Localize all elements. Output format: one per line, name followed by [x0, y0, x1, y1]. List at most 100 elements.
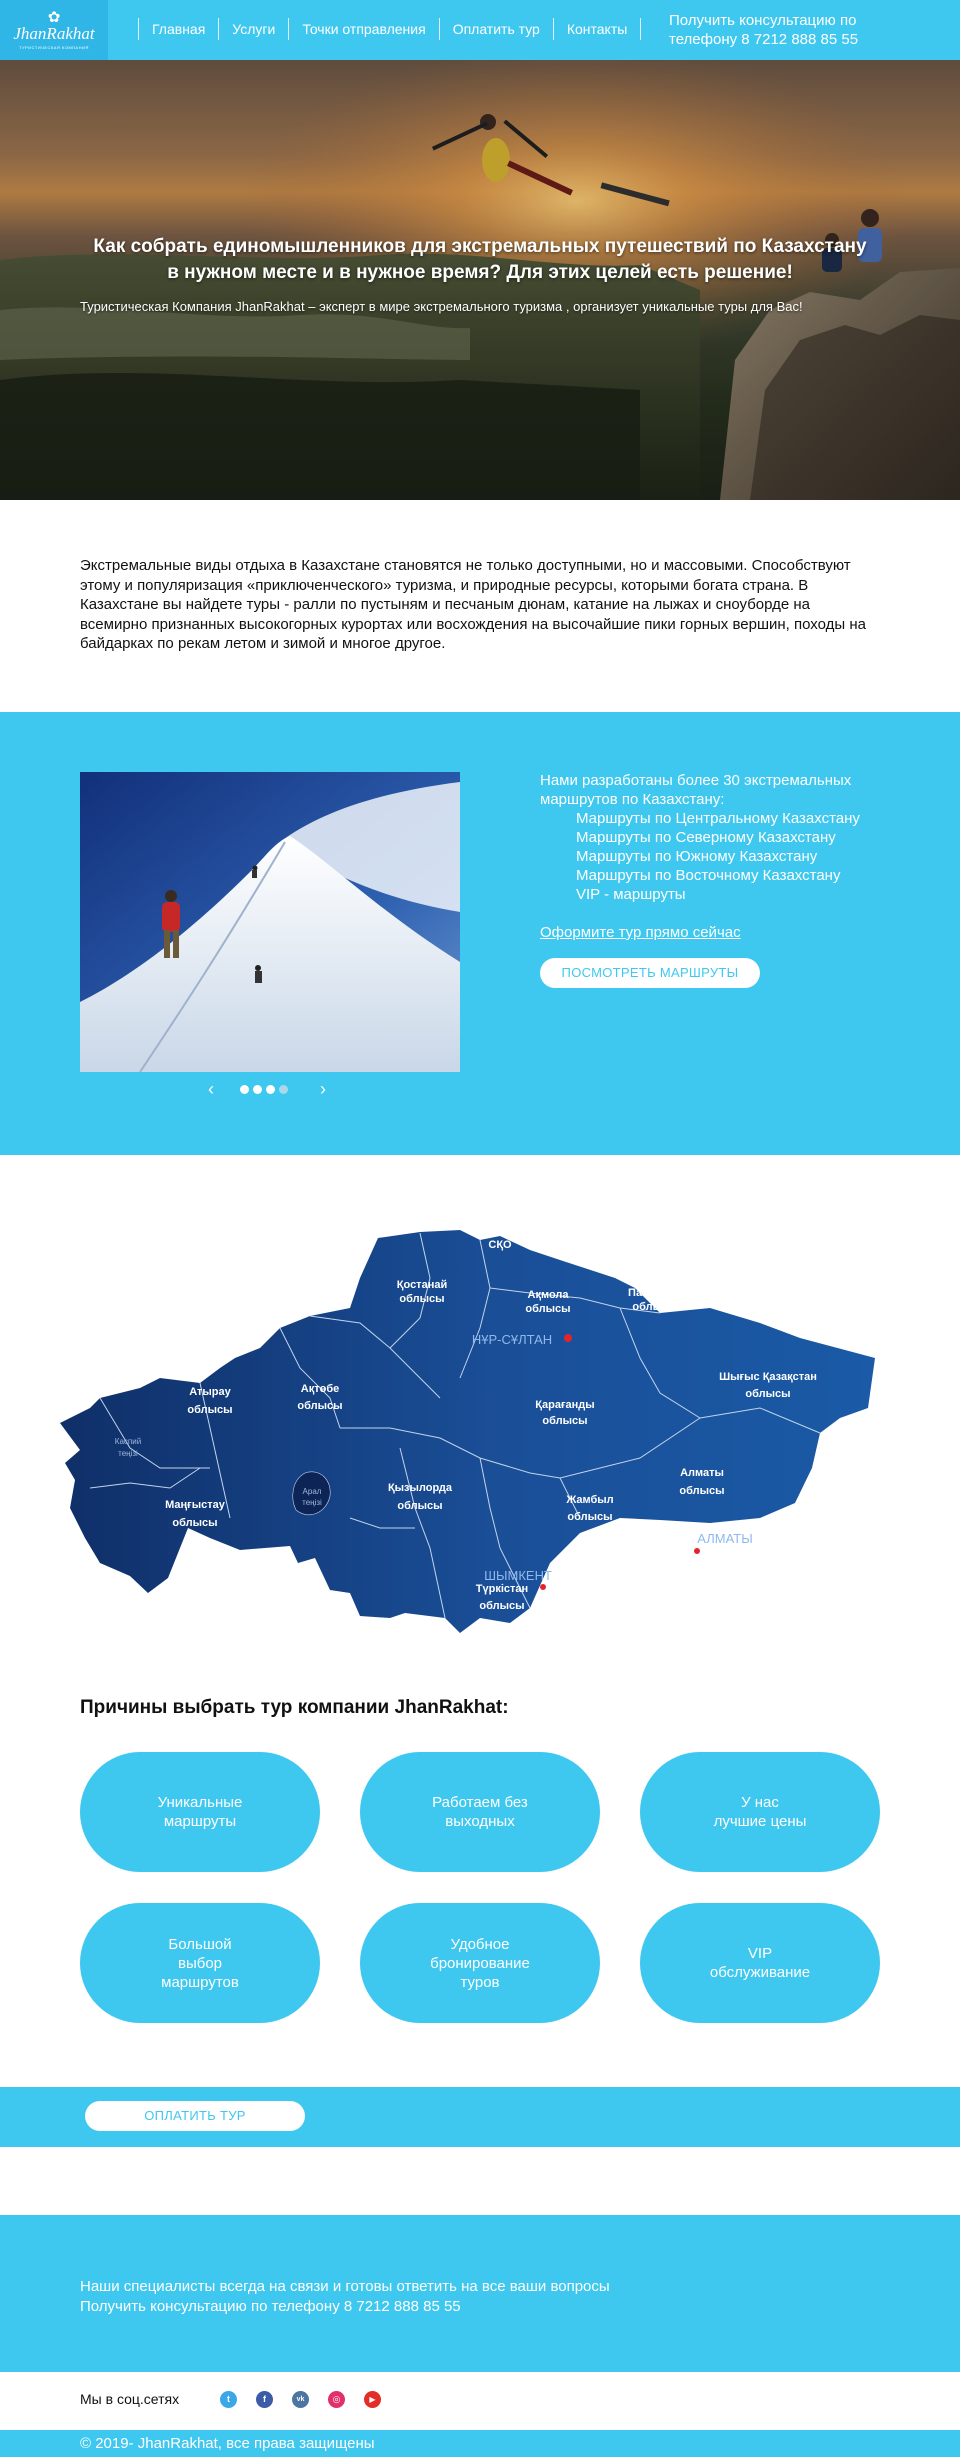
route-item-south[interactable]: Маршруты по Южному Казахстану [576, 847, 890, 866]
contact-text: Наши специалисты всегда на связи и готов… [80, 2277, 610, 2317]
map-land [60, 1230, 875, 1633]
hero-title-line2: в нужном месте и в нужное время? Для эти… [167, 262, 793, 283]
hero-title-line1: Как собрать единомышленников для экстрем… [93, 236, 867, 257]
route-item-central[interactable]: Маршруты по Центральному Казахстану [576, 809, 890, 828]
capital-dot [564, 1334, 572, 1342]
slider-prev-arrow-icon[interactable]: ‹ [200, 1078, 222, 1100]
vk-icon[interactable]: vk [292, 2391, 309, 2408]
hero-subtitle: Туристическая Компания JhanRakhat – эксп… [80, 299, 803, 314]
order-tour-link[interactable]: Оформите тур прямо сейчас [540, 923, 741, 942]
climber-small [255, 965, 262, 983]
route-item-vip[interactable]: VIP - маршруты [576, 885, 890, 904]
main-nav: Главная Услуги Точки отправления Оплатит… [138, 18, 642, 40]
region-vko-2: облысы [745, 1388, 790, 1400]
reasons-title: Причины выбрать тур компании JhanRakhat: [80, 1697, 509, 1718]
slider-dot[interactable] [240, 1085, 249, 1094]
region-turkistan-1: Түркістан [476, 1583, 528, 1595]
almaty-dot [694, 1548, 700, 1554]
site-footer: © 2019- JhanRakhat, все права защищены [0, 2430, 960, 2457]
region-kyzylorda-1: Қызылорда [388, 1482, 453, 1494]
reason-vip-service: VIP обслуживание [640, 1903, 880, 2023]
kazakhstan-map: СҚО БҚО Қостанай облысы Ақмола облысы Па… [60, 1230, 875, 1633]
instagram-icon[interactable]: ◎ [328, 2391, 345, 2408]
nav-item-pay-tour[interactable]: Оплатить тур [438, 18, 553, 40]
slider-dot[interactable] [266, 1085, 275, 1094]
copyright: © 2019- JhanRakhat, все права защищены [80, 2435, 375, 2452]
region-pavlodar-1: Павлодар [628, 1287, 682, 1299]
slider-dot[interactable] [253, 1085, 262, 1094]
region-aktobe-1: Ақтөбе [301, 1383, 339, 1395]
slider-controls: ‹ › [200, 1078, 340, 1100]
region-mangystau-1: Маңғыстау [165, 1499, 226, 1511]
contact-section: Наши специалисты всегда на связи и готов… [0, 2215, 960, 2372]
pay-section: ОПЛАТИТЬ ТУР [0, 2087, 960, 2147]
region-almaty-1: Алматы [680, 1467, 724, 1479]
pay-tour-button[interactable]: ОПЛАТИТЬ ТУР [85, 2101, 305, 2131]
nav-item-contacts[interactable]: Контакты [552, 18, 642, 40]
region-zhambyl-2: облысы [567, 1511, 612, 1523]
region-kostanai-2: облысы [399, 1293, 444, 1305]
routes-section: ‹ › Нами разработаны более 30 экстремаль… [0, 712, 960, 1155]
region-kyzylorda-2: облысы [397, 1500, 442, 1512]
nav-item-home[interactable]: Главная [138, 18, 218, 40]
site-header: ✿ JhanRakhat ТУРИСТИЧЕСКАЯ КОМПАНИЯ Глав… [0, 0, 960, 60]
city-shymkent: ШЫМКЕНТ [484, 1568, 552, 1583]
hero-banner: Как собрать единомышленников для экстрем… [0, 60, 960, 500]
region-akmola-1: Ақмола [528, 1289, 570, 1301]
twitter-icon[interactable]: t [220, 2391, 237, 2408]
region-aktobe-2: облысы [297, 1400, 342, 1412]
city-nursultan: НҰР-СҰЛТАН [472, 1332, 552, 1347]
region-pavlodar-2: облысы [632, 1301, 677, 1313]
intro-text: Экстремальные виды отдыха в Казахстане с… [80, 557, 866, 652]
city-almaty: АЛМАТЫ [697, 1531, 752, 1546]
region-atyrau-2: облысы [187, 1404, 232, 1416]
region-vko-1: Шығыс Қазақстан [719, 1371, 817, 1383]
company-logo[interactable]: ✿ JhanRakhat ТУРИСТИЧЕСКАЯ КОМПАНИЯ [0, 0, 108, 60]
reason-best-prices: У нас лучшие цены [640, 1752, 880, 1872]
shymkent-dot [540, 1584, 546, 1590]
region-turkistan-2: облысы [479, 1600, 524, 1612]
view-routes-button[interactable]: ПОСМОТРЕТЬ МАРШРУТЫ [540, 958, 760, 988]
region-atyrau-1: Атырау [189, 1386, 231, 1398]
mountain-climbers-photo [80, 772, 460, 1072]
route-item-east[interactable]: Маршруты по Восточному Казахстану [576, 866, 890, 885]
youtube-icon[interactable]: ▶ [364, 2391, 381, 2408]
slider-next-arrow-icon[interactable]: › [312, 1078, 334, 1100]
social-label: Мы в соц.сетях [80, 2391, 180, 2407]
route-item-north[interactable]: Маршруты по Северному Казахстану [576, 828, 890, 847]
routes-heading: Нами разработаны более 30 экстремальных … [540, 772, 852, 808]
aral-label-2: теңізі [302, 1498, 322, 1507]
slider-dot[interactable] [279, 1085, 288, 1094]
header-consultation-line1: Получить консультацию по [669, 12, 857, 29]
lotus-icon: ✿ [47, 8, 61, 26]
reason-easy-booking: Удобное бронирование туров [360, 1903, 600, 2023]
region-karaganda-1: Қарағанды [535, 1399, 594, 1411]
nav-item-departure-points[interactable]: Точки отправления [288, 18, 438, 40]
caspian-label-1: Каспий [115, 1437, 141, 1446]
hero-title: Как собрать единомышленников для экстрем… [80, 234, 880, 286]
region-karaganda-2: облысы [542, 1415, 587, 1427]
region-kostanai-1: Қостанай [397, 1279, 447, 1291]
region-bko: БҚО [163, 1339, 187, 1351]
contact-line2: Получить консультацию по телефону 8 7212… [80, 2298, 461, 2315]
region-mangystau-2: облысы [172, 1517, 217, 1529]
logo-tagline: ТУРИСТИЧЕСКАЯ КОМПАНИЯ [19, 44, 89, 50]
caspian-label-2: теңізі [118, 1449, 138, 1458]
nav-item-services[interactable]: Услуги [218, 18, 288, 40]
facebook-icon[interactable]: f [256, 2391, 273, 2408]
aral-label-1: Арал [303, 1487, 322, 1496]
reason-wide-choice: Большой выбор маршрутов [80, 1903, 320, 2023]
region-almaty-2: облысы [679, 1485, 724, 1497]
header-consultation[interactable]: Получить консультацию по телефону 8 7212… [669, 11, 909, 49]
slider-image[interactable] [80, 772, 460, 1072]
climber-summit [252, 865, 258, 878]
region-akmola-2: облысы [525, 1303, 570, 1315]
reason-unique-routes: Уникальные маршруты [80, 1752, 320, 1872]
contact-line1: Наши специалисты всегда на связи и готов… [80, 2278, 610, 2295]
reason-no-days-off: Работаем без выходных [360, 1752, 600, 1872]
region-sko: СҚО [488, 1239, 512, 1251]
region-zhambyl-1: Жамбыл [565, 1494, 613, 1506]
routes-list: Нами разработаны более 30 экстремальных … [540, 771, 890, 904]
routes-items: Маршруты по Центральному Казахстану Марш… [540, 809, 890, 904]
logo-wordmark: JhanRakhat [13, 23, 95, 43]
